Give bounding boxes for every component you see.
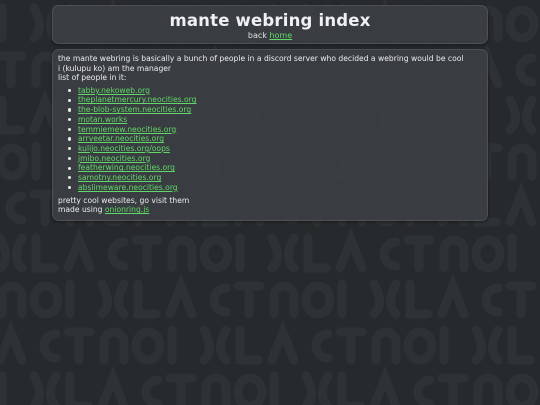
closing-text: pretty cool websites, go visit them [58,195,190,205]
site-link-abslimeware[interactable]: abslimeware.neocities.org [78,183,178,192]
site-link-featherwing[interactable]: featherwing.neocities.org [78,163,175,172]
bullet-icon [68,176,72,180]
bullet-icon [68,166,72,170]
header-card: mante webring index back home [52,5,488,44]
bullet-icon [68,137,72,141]
manager-text: i (kulupu ko) am the manager [58,63,172,73]
intro-text: the mante webring is basically a bunch o… [58,54,464,63]
webring-site-list: tabby.nekoweb.org theplanetmercury.neoci… [58,86,487,193]
bullet-icon [68,98,72,102]
site-link-kulijo[interactable]: kulijo.neocities.org/oops [78,144,170,153]
back-label: back [247,31,267,40]
bullet-icon [68,88,72,93]
bullet-icon [68,147,72,151]
site-link-arrveetar[interactable]: arrveetar.neocities.org [78,134,164,143]
page-title: mante webring index [169,11,371,30]
list-item: jmibo.neocities.org [68,154,487,164]
list-item: motan.works [68,115,487,125]
home-link[interactable]: home [269,31,292,40]
list-label: list of people in it: [58,73,127,83]
list-item: the-blob-system.neocities.org [68,105,487,115]
bullet-icon [68,156,72,161]
list-item: tabby.nekoweb.org [68,86,487,96]
bullet-icon [68,127,72,131]
bullet-icon [68,118,72,122]
list-item: abslimeware.neocities.org [68,183,487,193]
list-item: arrveetar.neocities.org [68,134,487,144]
site-link-temmiemew[interactable]: temmiemew.neocities.org [78,125,176,134]
list-item: samotny.neocities.org [68,173,487,183]
site-link-jmibo[interactable]: jmibo.neocities.org [78,154,150,163]
site-link-samotny[interactable]: samotny.neocities.org [78,173,161,182]
list-item: kulijo.neocities.org/oops [68,144,487,154]
site-link-tabby[interactable]: tabby.nekoweb.org [78,86,150,95]
site-link-motan[interactable]: motan.works [78,115,127,124]
onionring-link[interactable]: onionring.js [105,205,149,214]
made-using-label: made using [58,205,103,215]
made-using-line: made using onionring.js [58,205,487,215]
list-item: temmiemew.neocities.org [68,125,487,135]
bullet-icon [68,108,72,112]
site-link-theplanetmercury[interactable]: theplanetmercury.neocities.org [78,95,196,104]
back-line: back home [53,31,487,41]
list-item: featherwing.neocities.org [68,163,487,173]
list-item: theplanetmercury.neocities.org [68,95,487,105]
site-link-the-blob-system[interactable]: the-blob-system.neocities.org [78,105,191,114]
main-card: the mante webring is basically a bunch o… [52,49,488,221]
bullet-icon [68,186,72,190]
